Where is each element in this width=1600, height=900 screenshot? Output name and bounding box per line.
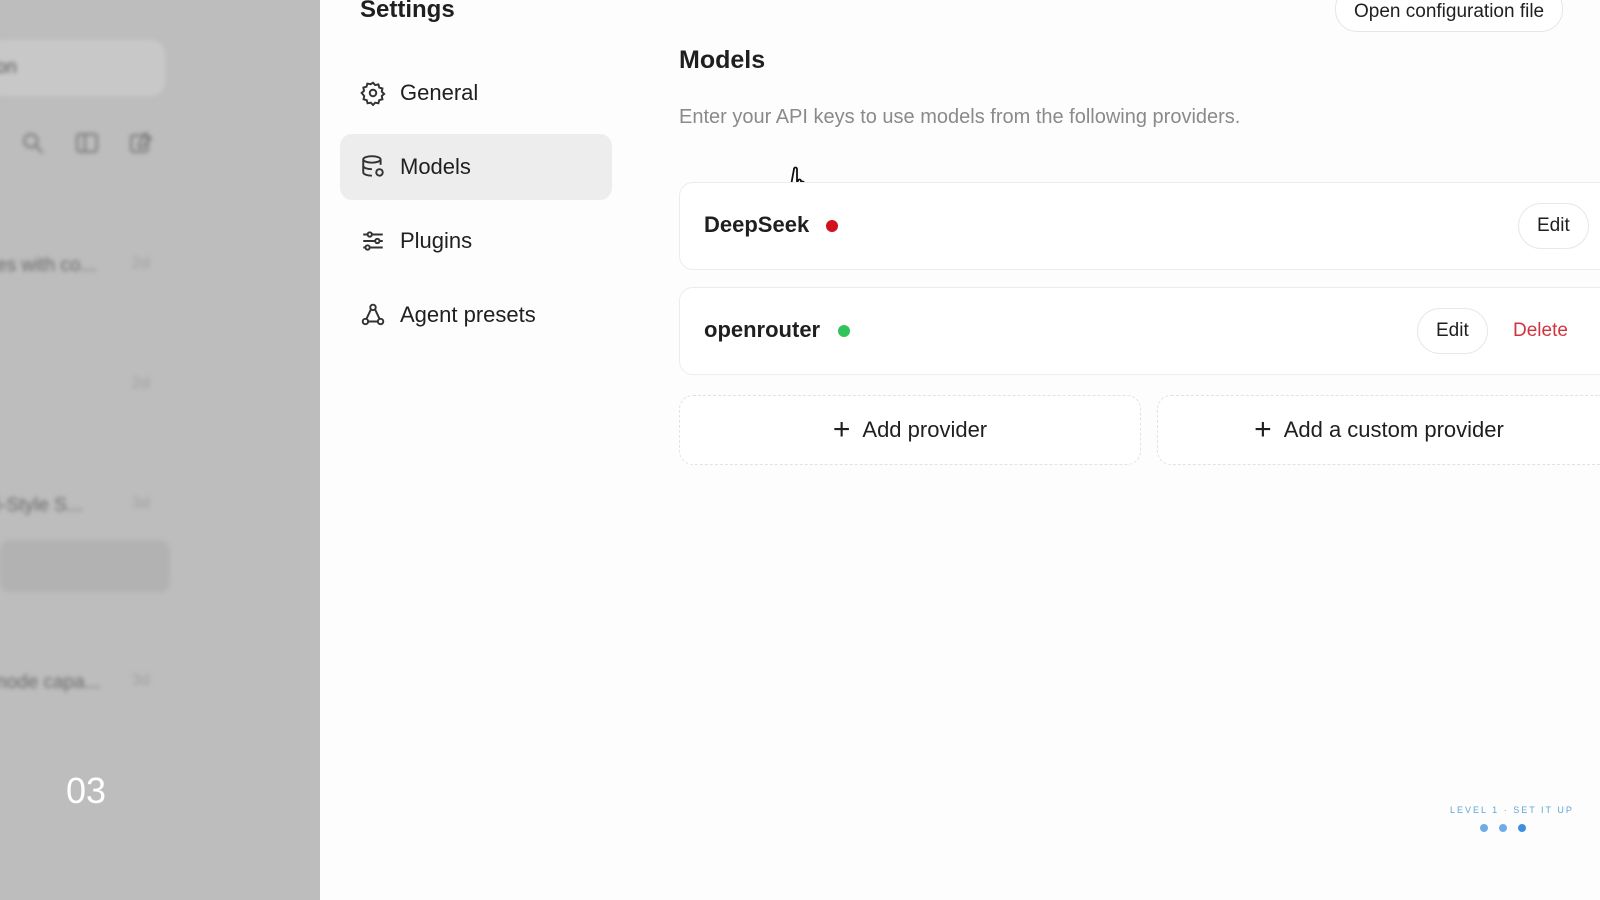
search-icon [23, 133, 44, 154]
edit-button[interactable]: Edit [1518, 203, 1589, 249]
sliders-icon [363, 231, 383, 251]
gear-icon [360, 81, 386, 106]
nav-item-general[interactable]: General [340, 60, 612, 126]
models-title: Models [679, 46, 766, 74]
provider-card-deepseek: DeepSeek Edit [679, 182, 1600, 270]
nav-item-plugins[interactable]: Plugins [340, 208, 612, 274]
progress-dot [1499, 824, 1507, 832]
nav-item-models[interactable]: Models [340, 134, 612, 200]
sidebar-toggle-icon [76, 133, 98, 153]
delete-button[interactable]: Delete [1513, 320, 1568, 342]
background-toolbar [20, 130, 154, 156]
history-item: node capa... 3d [0, 672, 150, 693]
progress-dot [1480, 824, 1488, 832]
nav-item-agent-presets[interactable]: Agent presets [340, 282, 612, 348]
new-chat-icon [130, 131, 153, 153]
plus-icon: + [1254, 413, 1272, 446]
history-item: 2d [132, 375, 150, 392]
status-dot [826, 220, 838, 232]
progress-dot-active [1518, 824, 1526, 832]
nav-label: General [400, 80, 479, 105]
settings-nav: General Models Plugins Agent presets [340, 60, 612, 356]
database-icon [362, 155, 384, 177]
nav-label: Agent presets [400, 302, 536, 327]
add-provider-button[interactable]: + Add provider [679, 395, 1141, 465]
plus-icon: + [832, 413, 851, 446]
new-session-button: sion [0, 40, 165, 96]
settings-title: Settings [360, 0, 455, 23]
level-label: LEVEL 1 · SET IT UP [1450, 805, 1574, 815]
nav-label: Plugins [400, 228, 473, 253]
open-configuration-file-button[interactable]: Open configuration file [1335, 0, 1564, 32]
provider-name: DeepSeek [704, 212, 810, 237]
history-item-selected [0, 540, 170, 592]
progress-dots [1480, 824, 1526, 832]
nav-label: Models [400, 154, 471, 179]
add-custom-provider-button[interactable]: + Add a custom provider [1157, 395, 1600, 465]
add-custom-provider-label: Add a custom provider [1283, 417, 1504, 442]
provider-name: openrouter [704, 317, 821, 342]
edit-button[interactable]: Edit [1417, 308, 1488, 354]
history-item: i-Style S... 3d [0, 495, 150, 516]
provider-card-openrouter: openrouter Edit Delete [679, 287, 1600, 375]
page-number: 03 [66, 770, 107, 811]
agent-icon [361, 303, 385, 326]
models-description: Enter your API keys to use models from t… [679, 106, 1241, 128]
history-item: es with co... 2d [0, 255, 150, 276]
settings-panel: Settings Open configuration file General… [320, 0, 1600, 900]
add-provider-label: Add provider [862, 417, 988, 442]
status-dot [838, 325, 850, 337]
background-app: sion es with co...2d 2d i-Style S...3d n… [0, 0, 320, 900]
